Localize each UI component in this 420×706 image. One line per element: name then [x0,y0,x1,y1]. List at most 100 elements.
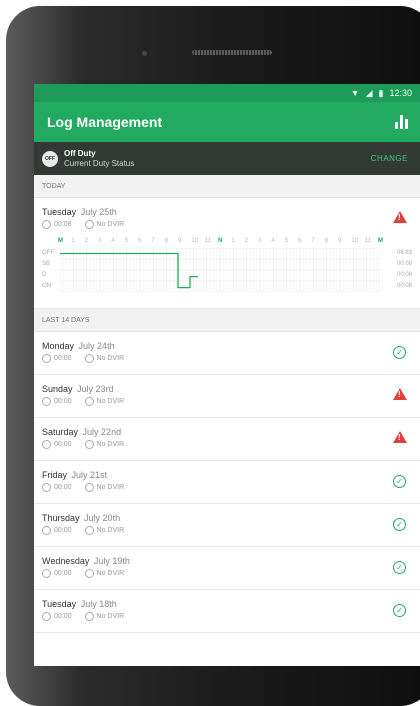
duty-grid [60,248,380,292]
log-meta: 00:00 No DVIR [42,483,124,492]
dvir-status: No DVIR [96,527,125,534]
row-total: 00:08 [396,272,412,278]
hour-label: 6 [138,238,142,244]
row-label: ON [42,283,51,289]
hour-label: 10 [191,238,199,244]
clock-icon [42,440,51,449]
clock-icon [42,612,51,621]
log-time: 00:00 [54,398,72,405]
hour-label: 4 [111,238,115,244]
check-circle-icon [84,612,94,621]
day-line: Sunday July 23rd [42,384,114,394]
check-circle-icon [84,220,94,229]
log-time: 00:08 [54,221,72,228]
system-status-bar: ▼ ◢ ▮ 12:30 [34,84,420,102]
dvir-status: No DVIR [96,398,125,405]
hour-label: 2 [84,238,88,244]
day-date: July 25th [80,207,117,217]
day-log-row[interactable]: Friday July 21st 00:00 No DVIR ✓ [34,461,420,504]
warning-icon [393,211,407,223]
check-icon: ✓ [393,604,406,617]
day-name: Sunday [42,384,73,394]
day-date: July 18th [80,599,117,609]
day-log-row[interactable]: Saturday July 22nd 00:00 No DVIR [34,418,420,461]
today-section-header: TODAY [34,175,420,198]
app-header: Log Management [34,102,420,142]
day-log-row[interactable]: Thursday July 20th 00:00 No DVIR ✓ [34,504,420,547]
change-duty-button[interactable]: CHANGE [371,154,408,163]
hour-label: 3 [98,238,102,244]
hour-label: 9 [338,238,342,244]
signal-icon: ◢ [365,87,373,98]
check-icon: ✓ [393,475,406,488]
hour-label: 3 [258,238,262,244]
clock-icon [42,569,51,578]
day-line: Wednesday July 19th [42,556,130,566]
page-title: Log Management [47,114,163,130]
hour-label: M [58,238,63,244]
day-date: July 20th [84,513,121,523]
check-circle-icon [84,569,94,578]
day-log-row[interactable]: Tuesday July 18th 00:00 No DVIR ✓ [34,590,420,633]
log-time: 00:00 [54,613,72,620]
clock-icon [42,220,51,229]
day-line: Monday July 24th [42,341,115,351]
day-name: Thursday [42,513,80,523]
day-line: Tuesday July 18th [42,599,117,609]
hour-label: M [378,238,383,244]
dvir-status: No DVIR [96,441,125,448]
row-label: D [42,272,47,278]
log-time: 00:00 [54,570,72,577]
duty-log-chart: M 1 2 3 4 5 6 7 8 9 10 11 N 1 2 3 4 5 6 7 8 9 10 11 M OFF SB D ON 0… [42,238,412,298]
hour-label: 1 [231,238,235,244]
day-name: Friday [42,470,68,480]
day-name: Tuesday [42,207,77,217]
day-line: Thursday July 20th [42,513,120,523]
clock-icon [42,526,51,535]
day-date: July 23rd [77,384,114,394]
hour-label: 7 [311,238,315,244]
hour-label: 5 [124,238,128,244]
day-log-row[interactable]: Sunday July 23rd 00:00 No DVIR [34,375,420,418]
clock-icon [42,354,51,363]
hour-label: 8 [164,238,168,244]
day-name: Saturday [42,427,79,437]
day-line: Saturday July 22nd [42,427,121,437]
hour-label: 5 [284,238,288,244]
check-icon: ✓ [393,518,406,531]
log-meta: 00:00 No DVIR [42,440,124,449]
day-name: Wednesday [42,556,90,566]
history-section-header: LAST 14 DAYS [34,309,420,332]
hour-label: N [218,238,223,244]
dvir-status: No DVIR [96,613,125,620]
log-time: 00:00 [54,484,72,491]
duty-status-badge: OFF [42,150,58,167]
log-meta: 00:00 No DVIR [42,612,124,621]
clock-icon [42,483,51,492]
dvir-status: No DVIR [96,570,125,577]
log-time: 00:00 [54,527,72,534]
dvir-status: No DVIR [96,221,125,228]
hour-label: 8 [324,238,328,244]
clock-icon [42,397,51,406]
row-label: OFF [42,250,54,256]
check-icon: ✓ [393,346,406,359]
duty-text: Off Duty Current Duty Status [64,149,134,169]
hour-label: 2 [244,238,248,244]
check-icon: ✓ [393,561,406,574]
day-log-row[interactable]: Monday July 24th 00:00 No DVIR ✓ [34,332,420,375]
log-meta: 00:08 No DVIR [42,220,124,229]
day-date: July 22nd [82,427,122,437]
day-log-row[interactable]: Wednesday July 19th 00:00 No DVIR ✓ [34,547,420,590]
check-circle-icon [84,483,94,492]
bar-chart-icon[interactable] [395,115,408,129]
camera-icon [142,51,147,56]
today-log-row[interactable]: Tuesday July 25th 00:08 No DVIR M 1 2 3 4 5 6 7… [34,198,420,309]
dvir-status: No DVIR [96,355,125,362]
current-duty-bar: OFF Off Duty Current Duty Status CHANGE [34,142,420,175]
log-time: 00:00 [54,355,72,362]
log-meta: 00:00 No DVIR [42,526,124,535]
day-date: July 21st [71,470,108,480]
battery-icon: ▮ [378,87,384,98]
day-line: Friday July 21st [42,470,107,480]
